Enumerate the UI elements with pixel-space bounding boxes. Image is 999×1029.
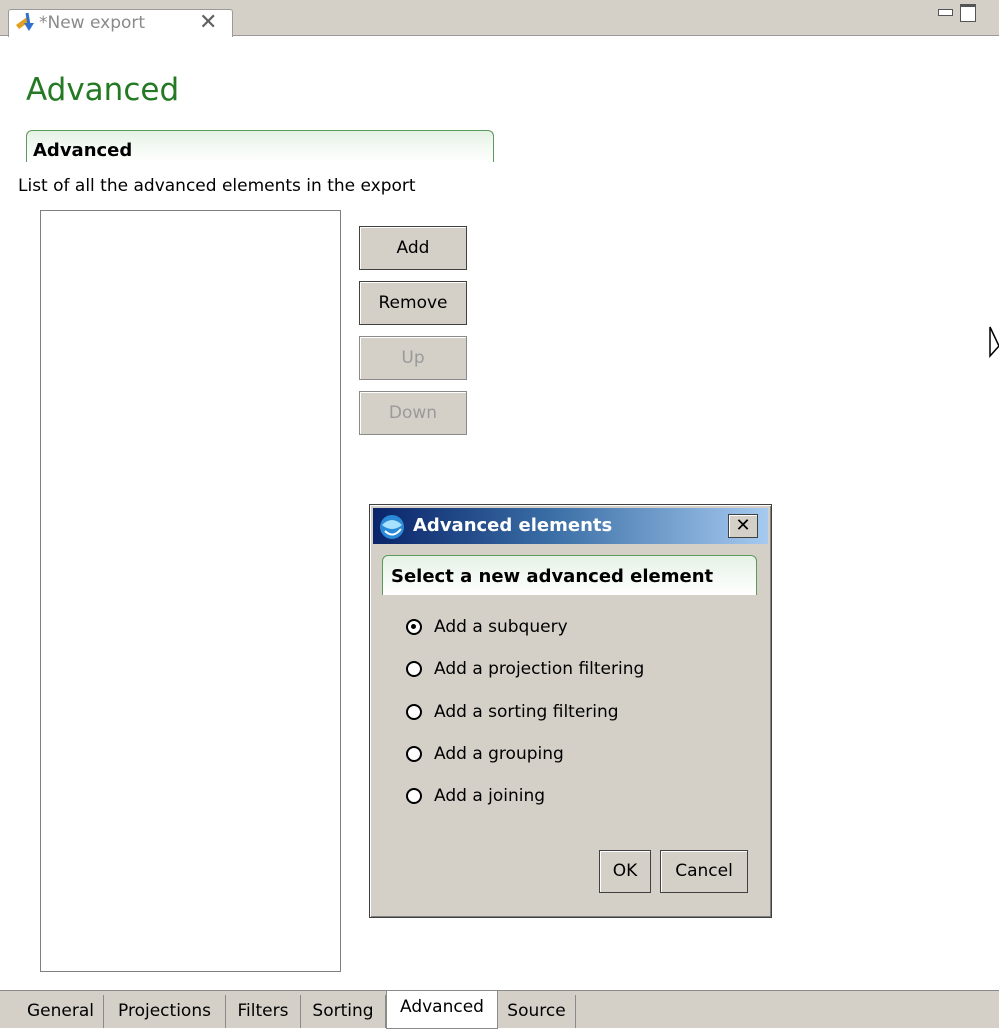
advanced-elements-dialog: Advanced elements ✕ Select a new advance…: [369, 504, 772, 918]
dialog-heading: Select a new advanced element: [391, 566, 714, 587]
section-description: List of all the advanced elements in the…: [18, 176, 416, 196]
tab-filters[interactable]: Filters: [226, 995, 301, 1028]
radio-label: Add a joining: [434, 786, 546, 806]
cancel-button[interactable]: Cancel: [660, 850, 748, 893]
radio-button[interactable]: [406, 704, 422, 720]
close-tab-icon[interactable]: ✕: [199, 9, 217, 37]
tab-source[interactable]: Source: [498, 995, 576, 1028]
up-button[interactable]: Up: [359, 336, 467, 380]
radio-button[interactable]: [406, 788, 422, 804]
export-editor-icon: [16, 12, 34, 31]
editor-tab-title: *New export: [39, 13, 146, 33]
radio-label: Add a subquery: [434, 617, 568, 637]
radio-label: Add a sorting filtering: [434, 702, 619, 722]
editor-tab-new-export[interactable]: *New export ✕: [8, 9, 233, 37]
advanced-elements-list[interactable]: [40, 210, 341, 972]
dialog-title: Advanced elements: [413, 515, 613, 536]
ok-button[interactable]: OK: [599, 850, 651, 893]
page-title: Advanced: [26, 72, 180, 108]
radio-label: Add a projection filtering: [434, 659, 645, 679]
down-button[interactable]: Down: [359, 391, 467, 435]
tab-projections[interactable]: Projections: [104, 995, 226, 1028]
radio-button[interactable]: [406, 661, 422, 677]
tab-general[interactable]: General: [18, 995, 104, 1028]
radio-button[interactable]: [406, 746, 422, 762]
bottom-tab-bar: General Projections Filters Sorting Adva…: [0, 990, 999, 1029]
tab-advanced[interactable]: Advanced: [386, 991, 498, 1029]
tab-sorting[interactable]: Sorting: [301, 995, 386, 1028]
minimize-icon[interactable]: [938, 9, 953, 16]
dialog-close-button[interactable]: ✕: [728, 514, 758, 538]
dialog-titlebar[interactable]: Advanced elements ✕: [373, 508, 768, 544]
radio-button-checked[interactable]: [406, 619, 422, 635]
remove-button[interactable]: Remove: [359, 281, 467, 325]
app-globe-icon: [380, 515, 404, 539]
radio-label: Add a grouping: [434, 744, 564, 764]
section-title: Advanced: [33, 140, 133, 161]
editor-tab-bar: *New export ✕: [0, 0, 999, 37]
add-button[interactable]: Add: [359, 226, 467, 270]
mouse-cursor-icon: [989, 326, 999, 358]
maximize-icon[interactable]: [960, 4, 976, 22]
